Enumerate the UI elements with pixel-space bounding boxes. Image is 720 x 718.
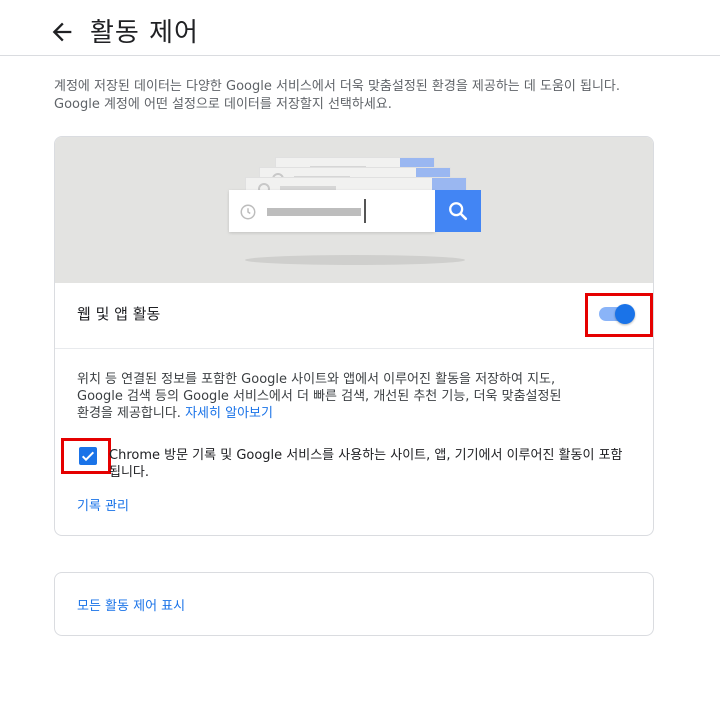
top-app-bar: 활동 제어 [0, 0, 720, 56]
checkbox-checked [79, 447, 97, 465]
illustration-shadow [245, 255, 465, 265]
page-title: 활동 제어 [90, 18, 199, 48]
hero-illustration [55, 137, 653, 283]
illustration-search-bar [229, 190, 435, 232]
back-button[interactable] [48, 18, 76, 46]
all-controls-card: 모든 활동 제어 표시 [54, 572, 654, 636]
placeholder-bar [267, 208, 361, 216]
learn-more-link[interactable]: 자세히 알아보기 [185, 406, 273, 421]
include-chrome-history-checkbox[interactable] [77, 445, 99, 467]
activity-description: 위치 등 연결된 정보를 포함한 Google 사이트와 앱에서 이루어진 활동… [77, 371, 577, 422]
illustration-search-button [435, 190, 481, 232]
intro-text: 계정에 저장된 데이터는 다양한 Google 서비스에서 더욱 맞춤설정된 환… [54, 79, 621, 112]
show-all-controls-link[interactable]: 모든 활동 제어 표시 [77, 595, 185, 614]
web-app-activity-row: 웹 및 앱 활동 [55, 283, 653, 349]
clock-icon [240, 204, 256, 220]
manage-history-link[interactable]: 기록 관리 [77, 495, 129, 514]
toggle-knob [615, 304, 635, 324]
checkbox-label: Chrome 방문 기록 및 Google 서비스를 사용하는 사이트, 앱, … [109, 448, 623, 480]
web-app-activity-label: 웹 및 앱 활동 [77, 305, 161, 323]
text-cursor [364, 199, 366, 223]
checkmark-icon [81, 451, 95, 462]
description-text: 위치 등 연결된 정보를 포함한 Google 사이트와 앱에서 이루어진 활동… [77, 372, 562, 421]
web-app-activity-card: 웹 및 앱 활동 위치 등 연결된 정보를 포함한 Google 사이트와 앱에… [54, 136, 654, 536]
search-icon [449, 202, 468, 221]
web-app-activity-toggle[interactable] [599, 304, 635, 324]
arrow-back-icon [52, 22, 72, 42]
